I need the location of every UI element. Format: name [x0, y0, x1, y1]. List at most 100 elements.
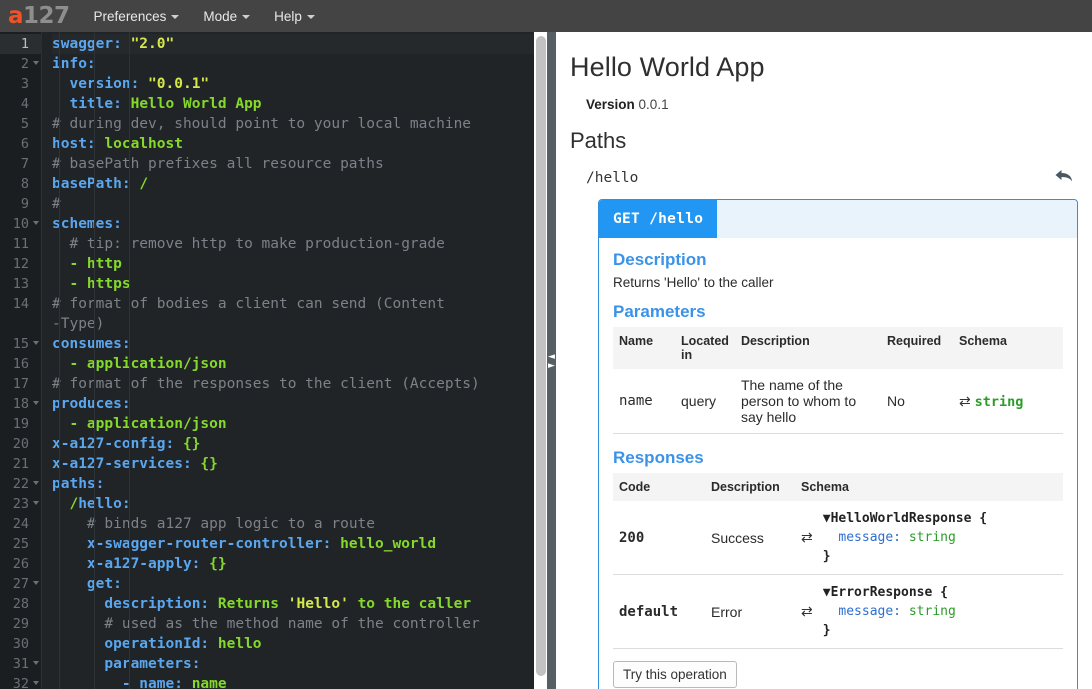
fold-triangle-icon[interactable]	[33, 661, 39, 665]
fold-triangle-icon[interactable]	[33, 401, 39, 405]
code-line-20[interactable]: x-a127-config: {}	[52, 434, 534, 454]
gutter-line-22[interactable]: 22	[0, 474, 42, 494]
code-line-14[interactable]: # format of bodies a client can send (Co…	[52, 294, 534, 314]
gutter-line-26[interactable]: 26	[0, 554, 42, 574]
gutter-line-1[interactable]: 1	[0, 34, 42, 54]
collapse-triangle-icon[interactable]: ▼	[823, 511, 831, 526]
gutter-line-30[interactable]: 30	[0, 634, 42, 654]
gutter-line-9[interactable]: 9	[0, 194, 42, 214]
gutter-line-18[interactable]: 18	[0, 394, 42, 414]
operation-method: GET	[613, 211, 641, 227]
gutter-line-32[interactable]: 32	[0, 674, 42, 689]
fold-triangle-icon[interactable]	[33, 501, 39, 505]
gutter-line-16[interactable]: 16	[0, 354, 42, 374]
fold-triangle-icon[interactable]	[33, 481, 39, 485]
gutter-line-5[interactable]: 5	[0, 114, 42, 134]
swap-icon[interactable]: ⇄	[801, 529, 813, 546]
code-line-4[interactable]: title: Hello World App	[52, 94, 534, 114]
code-line-11[interactable]: # tip: remove http to make production-gr…	[52, 234, 534, 254]
gutter-line-2[interactable]: 2	[0, 54, 42, 74]
tab-get-hello[interactable]: GET /hello	[599, 200, 718, 238]
code-line-29[interactable]: # used as the method name of the control…	[52, 614, 534, 634]
fold-triangle-icon[interactable]	[33, 681, 39, 685]
code-line-12[interactable]: - http	[52, 254, 534, 274]
param-name[interactable]: name	[613, 369, 675, 434]
code-line-7[interactable]: # basePath prefixes all resource paths	[52, 154, 534, 174]
gutter-line-3[interactable]: 3	[0, 74, 42, 94]
code-token: {}	[182, 436, 201, 452]
code-line-26[interactable]: x-a127-apply: {}	[52, 554, 534, 574]
code-line-22[interactable]: paths:	[52, 474, 534, 494]
code-line-17[interactable]: # format of the responses to the client …	[52, 374, 534, 394]
menu-preferences[interactable]: Preferences	[94, 9, 180, 24]
gutter-line-27[interactable]: 27	[0, 574, 42, 594]
gutter-line-12[interactable]: 12	[0, 254, 42, 274]
gutter-line-17[interactable]: 17	[0, 374, 42, 394]
param-schema[interactable]: ⇄ string	[953, 369, 1063, 434]
gutter-line-31[interactable]: 31	[0, 654, 42, 674]
editor-code[interactable]: swagger: "2.0" info: version: "0.0.1" tit…	[42, 32, 534, 689]
code-line-3[interactable]: version: "0.0.1"	[52, 74, 534, 94]
gutter-line-15[interactable]: 15	[0, 334, 42, 354]
gutter-line-28[interactable]: 28	[0, 594, 42, 614]
menu-help[interactable]: Help	[274, 9, 315, 24]
code-line-21[interactable]: x-a127-services: {}	[52, 454, 534, 474]
response-schema[interactable]: ⇄ ▼HelloWorldResponse { message: string …	[795, 501, 1063, 575]
code-line-24[interactable]: # binds a127 app logic to a route	[52, 514, 534, 534]
code-line-32[interactable]: - name: name	[52, 674, 534, 689]
code-line-28[interactable]: description: Returns 'Hello' to the call…	[52, 594, 534, 614]
menu-mode[interactable]: Mode	[203, 9, 251, 24]
back-arrow-icon[interactable]	[1054, 167, 1074, 189]
yaml-editor[interactable]: 1 2 3 4 5 6 7 8 9 10 11 12 13 14 15 16 17 18 19 20 21 22 23 24 2…	[0, 32, 534, 689]
gutter-line-19[interactable]: 19	[0, 414, 42, 434]
code-line-2[interactable]: info:	[52, 54, 534, 74]
swap-icon[interactable]: ⇄	[801, 603, 813, 620]
gutter-line-6[interactable]: 6	[0, 134, 42, 154]
code-line-31[interactable]: parameters:	[52, 654, 534, 674]
fold-triangle-icon[interactable]	[33, 341, 39, 345]
response-schema[interactable]: ⇄ ▼ErrorResponse { message: string }	[795, 575, 1063, 649]
code-line-9[interactable]: #	[52, 194, 534, 214]
pane-splitter[interactable]: ◄ ►	[534, 32, 556, 689]
gutter-line-7[interactable]: 7	[0, 154, 42, 174]
collapse-triangle-icon[interactable]: ▼	[823, 585, 831, 600]
gutter-line-24[interactable]: 24	[0, 514, 42, 534]
gutter-line-4[interactable]: 4	[0, 94, 42, 114]
response-description: Success	[711, 529, 764, 546]
editor-scrollbar-thumb[interactable]	[535, 36, 546, 676]
editor-scrollbar-track[interactable]	[534, 32, 547, 689]
gutter-line-11[interactable]: 11	[0, 234, 42, 254]
code-line-18[interactable]: produces:	[52, 394, 534, 414]
gutter-line-10[interactable]: 10	[0, 214, 42, 234]
gutter-line-8[interactable]: 8	[0, 174, 42, 194]
fold-triangle-icon[interactable]	[33, 61, 39, 65]
code-line-23[interactable]: /hello:	[52, 494, 534, 514]
gutter-line-20[interactable]: 20	[0, 434, 42, 454]
app-logo[interactable]: a 127	[8, 4, 70, 28]
code-line-1[interactable]: swagger: "2.0"	[52, 34, 534, 54]
gutter-line-29[interactable]: 29	[0, 614, 42, 634]
fold-triangle-icon[interactable]	[33, 221, 39, 225]
code-line-25[interactable]: x-swagger-router-controller: hello_world	[52, 534, 534, 554]
gutter-line-25[interactable]: 25	[0, 534, 42, 554]
gutter-line-23[interactable]: 23	[0, 494, 42, 514]
fold-triangle-icon[interactable]	[33, 581, 39, 585]
gutter-line-14[interactable]: 14	[0, 294, 42, 314]
code-line-16[interactable]: - application/json	[52, 354, 534, 374]
gutter-line-13[interactable]: 13	[0, 274, 42, 294]
code-line-19[interactable]: - application/json	[52, 414, 534, 434]
gutter-line-21[interactable]: 21	[0, 454, 42, 474]
code-line-30[interactable]: operationId: hello	[52, 634, 534, 654]
code-line-wrap[interactable]: -Type)	[52, 314, 534, 334]
gutter-line-wrap[interactable]	[0, 314, 42, 334]
code-line-10[interactable]: schemes:	[52, 214, 534, 234]
code-line-5[interactable]: # during dev, should point to your local…	[52, 114, 534, 134]
code-line-15[interactable]: consumes:	[52, 334, 534, 354]
splitter-drag-handle[interactable]: ◄ ►	[547, 346, 556, 378]
code-line-27[interactable]: get:	[52, 574, 534, 594]
code-line-13[interactable]: - https	[52, 274, 534, 294]
code-line-6[interactable]: host: localhost	[52, 134, 534, 154]
swap-icon[interactable]: ⇄	[959, 393, 971, 409]
code-line-8[interactable]: basePath: /	[52, 174, 534, 194]
try-this-operation-button[interactable]: Try this operation	[613, 661, 737, 688]
